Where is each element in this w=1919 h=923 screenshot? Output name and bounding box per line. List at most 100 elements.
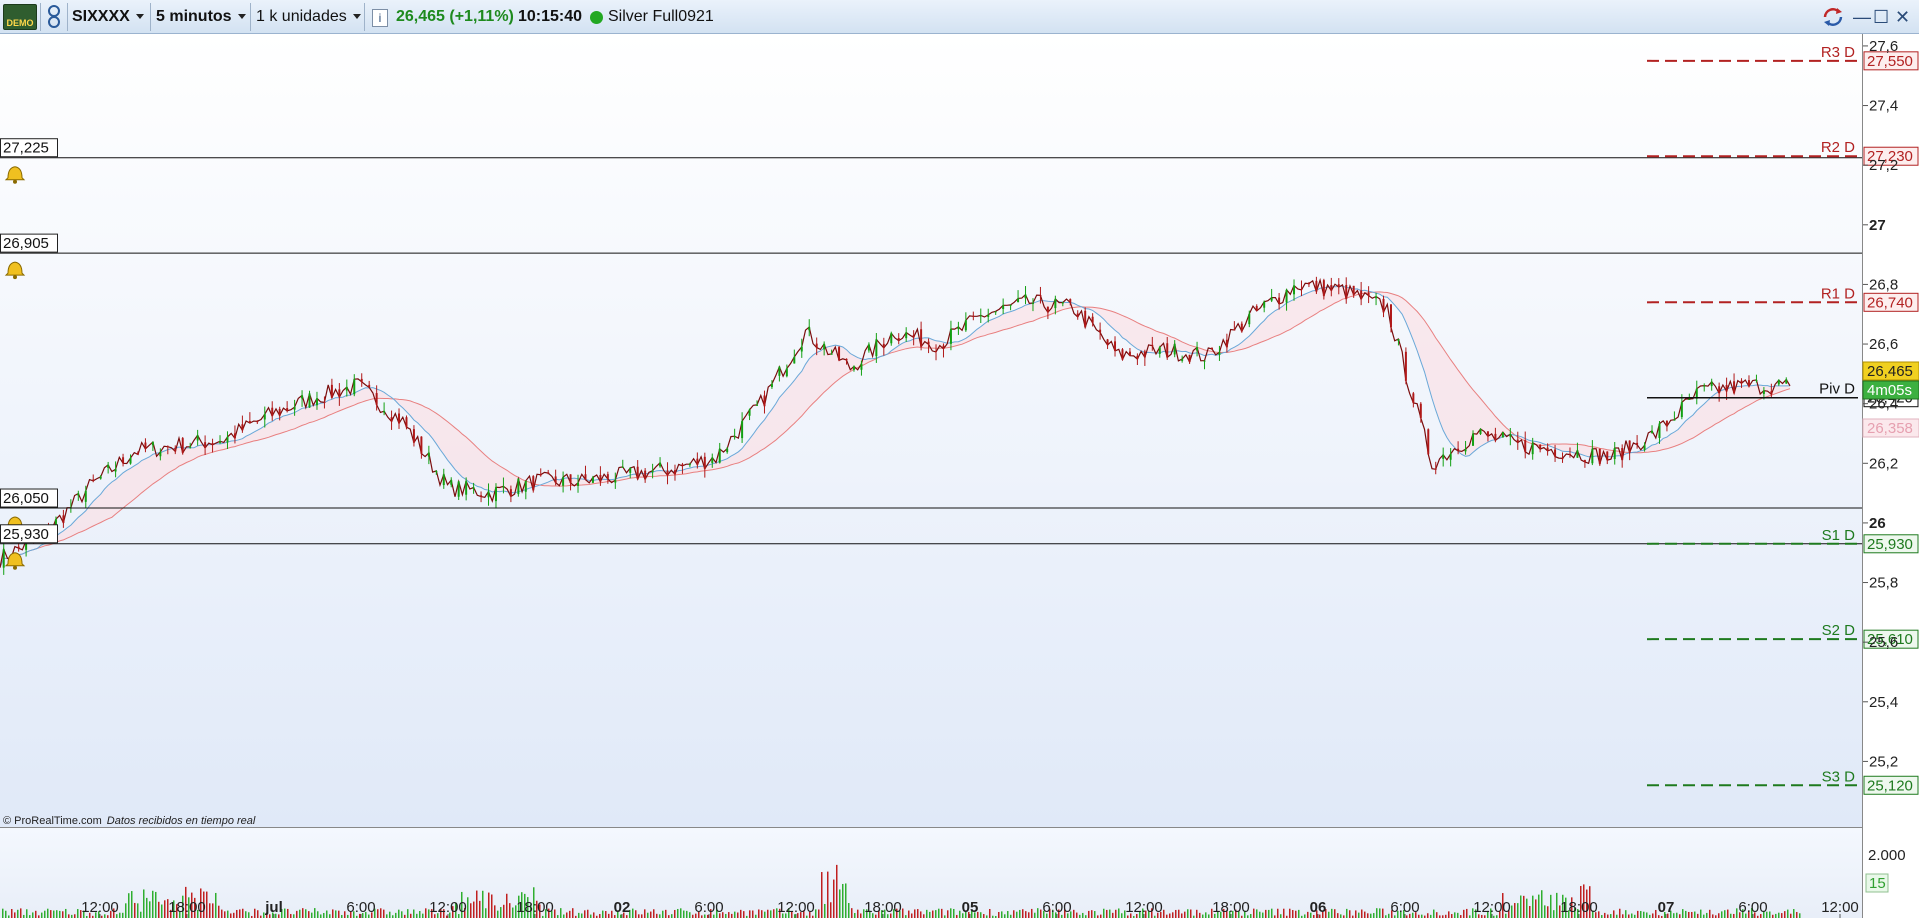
volume-bar bbox=[296, 910, 298, 918]
volume-bar bbox=[158, 901, 160, 918]
pivot-name: S1 D bbox=[1822, 527, 1856, 544]
volume-bar bbox=[647, 912, 649, 918]
alert-price-label: 25,930 bbox=[3, 526, 49, 543]
candle-body bbox=[994, 311, 997, 313]
candle-body bbox=[383, 411, 386, 413]
volume-bar bbox=[1187, 909, 1189, 918]
candle-body bbox=[1218, 352, 1221, 355]
info-icon[interactable]: i bbox=[372, 9, 388, 27]
chart-area[interactable]: 27,225 26,905 26,050 25,930 R3 D 27,550 R2 D 2… bbox=[0, 34, 1919, 918]
volume-bar bbox=[1094, 911, 1096, 918]
volume-bar bbox=[137, 903, 139, 918]
candle-body bbox=[1203, 360, 1206, 362]
volume-bar bbox=[1613, 910, 1615, 918]
x-axis-tick-label: 6:00 bbox=[694, 899, 723, 916]
volume-bar bbox=[224, 911, 226, 918]
volume-bar bbox=[1652, 913, 1654, 918]
volume-bar bbox=[146, 897, 148, 918]
volume-bar bbox=[218, 905, 220, 918]
volume-bar bbox=[500, 907, 502, 918]
candle-body bbox=[1539, 444, 1542, 450]
volume-bar bbox=[1799, 913, 1801, 918]
volume-bar bbox=[1538, 894, 1540, 918]
candle-body bbox=[1531, 442, 1534, 455]
volume-bar bbox=[1265, 909, 1267, 918]
volume-bar bbox=[749, 910, 751, 918]
pivot-value: 26,740 bbox=[1867, 294, 1913, 311]
instrument-selector[interactable]: SIXXXX bbox=[72, 0, 144, 34]
volume-bar bbox=[509, 903, 511, 918]
candle-body bbox=[1561, 458, 1564, 460]
candle-body bbox=[271, 407, 274, 416]
volume-bar bbox=[1028, 912, 1030, 918]
volume-bar bbox=[1172, 912, 1174, 918]
x-axis-tick-label: 18:00 bbox=[516, 899, 554, 916]
candle-body bbox=[942, 345, 945, 349]
maximize-icon[interactable]: ☐ bbox=[1873, 0, 1889, 34]
candle-body bbox=[1375, 296, 1378, 299]
volume-bar bbox=[908, 910, 910, 918]
candle-body bbox=[1733, 381, 1736, 394]
candle-body bbox=[2, 549, 5, 568]
y-axis-tick-label: 26 bbox=[1869, 515, 1886, 532]
candle-body bbox=[875, 339, 878, 357]
volume-bar bbox=[1793, 909, 1795, 918]
timeframe-selector[interactable]: 5 minutos bbox=[156, 0, 246, 34]
volume-last-label: 15 bbox=[1869, 875, 1886, 892]
volume-bar bbox=[1175, 909, 1177, 918]
candle-body bbox=[1136, 355, 1139, 360]
candle-body bbox=[666, 470, 669, 476]
volume-bar bbox=[911, 913, 913, 918]
candle-body bbox=[1031, 303, 1034, 305]
candle-body bbox=[599, 474, 602, 482]
link-icon[interactable] bbox=[44, 0, 64, 34]
x-axis-tick-label: 12:00 bbox=[429, 899, 467, 916]
volume-bar bbox=[1637, 910, 1639, 918]
volume-bar bbox=[215, 892, 217, 918]
volume-bar bbox=[1382, 908, 1384, 918]
candle-body bbox=[1360, 290, 1363, 300]
volume-bar bbox=[764, 911, 766, 918]
volume-bar bbox=[287, 908, 289, 918]
candle-body bbox=[1412, 393, 1415, 403]
candle-body bbox=[1747, 380, 1750, 387]
volume-bar bbox=[980, 912, 982, 918]
candle-body bbox=[368, 384, 371, 388]
volume-bar bbox=[59, 910, 61, 918]
volume-bar bbox=[149, 901, 151, 918]
volume-bar bbox=[1001, 911, 1003, 918]
candle-body bbox=[838, 347, 841, 361]
volume-bar bbox=[1271, 908, 1273, 918]
candle-body bbox=[1345, 284, 1348, 299]
volume-bar bbox=[1679, 914, 1681, 918]
volume-bar bbox=[11, 909, 13, 918]
close-icon[interactable]: ✕ bbox=[1895, 0, 1910, 34]
y-axis-tick-label: 26,2 bbox=[1869, 455, 1898, 472]
copyright-note: © ProRealTime.com Datos recibidos en tiem… bbox=[3, 815, 256, 827]
pivot-name: R2 D bbox=[1821, 139, 1855, 156]
volume-bar bbox=[470, 903, 472, 918]
price-chart[interactable]: 27,225 26,905 26,050 25,930 R3 D 27,550 R2 D 2… bbox=[0, 34, 1919, 918]
volume-bar bbox=[1166, 914, 1168, 918]
volume-bar bbox=[563, 914, 565, 918]
candle-body bbox=[457, 481, 460, 497]
volume-bar bbox=[1730, 913, 1732, 918]
volume-bar bbox=[1655, 909, 1657, 918]
volume-bar bbox=[140, 911, 142, 918]
candle-body bbox=[1210, 347, 1213, 349]
volume-bar bbox=[1436, 912, 1438, 918]
candle-body bbox=[502, 486, 505, 488]
candle-body bbox=[1725, 384, 1728, 392]
units-selector[interactable]: 1 k unidades bbox=[256, 0, 361, 34]
volume-bar bbox=[1535, 899, 1537, 918]
volume-bar bbox=[1706, 912, 1708, 918]
candle-body bbox=[927, 341, 930, 345]
volume-bar bbox=[1259, 911, 1261, 918]
candle-body bbox=[375, 393, 378, 405]
volume-bar bbox=[1541, 890, 1543, 918]
volume-bar bbox=[644, 909, 646, 918]
volume-bar bbox=[1208, 914, 1210, 918]
candle-body bbox=[636, 466, 639, 480]
minimize-icon[interactable]: — bbox=[1853, 0, 1871, 34]
candle-body bbox=[233, 433, 236, 439]
